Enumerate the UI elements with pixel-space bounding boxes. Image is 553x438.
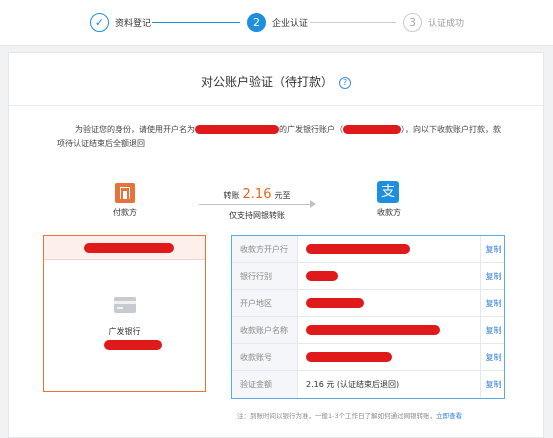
step-2-number: 2 (247, 13, 266, 32)
table-row: 收款账号 复制 (232, 344, 504, 371)
step-1-label: 资料登记 (115, 19, 152, 29)
row-value (306, 317, 440, 343)
table-row: 收款账户名称 复制 (232, 317, 504, 344)
transfer-amount: 2.16 (242, 187, 272, 202)
notice-part-4: 项待认证结束后全额退回 (57, 139, 145, 148)
row-label: 验证金额 (232, 371, 298, 398)
transfer-suffix: 元至 (274, 191, 291, 200)
transfer-prefix: 转账 (223, 191, 240, 200)
row-label: 收款账户名称 (232, 317, 298, 343)
step-3-number: 3 (403, 13, 422, 32)
page-title: 对公账户验证（待打款）? (9, 73, 543, 90)
step-connector-2 (310, 22, 396, 23)
row-label: 银行行别 (232, 263, 298, 289)
copy-button[interactable]: 复制 (480, 371, 506, 398)
verification-amount-value: 2.16 元 (认证结束后退回) (306, 380, 400, 389)
payer-label: 付款方 (113, 208, 137, 217)
row-value (306, 236, 410, 262)
copy-button[interactable]: 复制 (480, 236, 506, 262)
row-label: 收款方开户行 (232, 236, 298, 262)
check-icon: ✓ (90, 13, 109, 32)
step-progress-bar: ✓ 资料登记 2 企业认证 3 认证成功 (0, 0, 553, 46)
notice-part-3: ），向以下收款账户打款，款 (401, 125, 501, 134)
step-connector-1 (152, 22, 240, 23)
table-row: 开户地区 复制 (232, 290, 504, 317)
arrow-line (199, 204, 315, 205)
payee-label: 收款方 (377, 208, 401, 217)
arrow-right-icon (310, 200, 316, 208)
bank-card-icon (114, 297, 136, 313)
page-title-text: 对公账户验证（待打款） (200, 75, 333, 89)
step-3: 3 认证成功 (403, 13, 464, 32)
redacted-bank-type (306, 271, 338, 281)
copy-button[interactable]: 复制 (480, 317, 506, 343)
step-1: ✓ 资料登记 (90, 13, 151, 32)
footnote: 注：到账时间以银行为准，一般1-3个工作日了解如何通过网银转账，立即查看 (237, 410, 462, 420)
redacted-payer-name (84, 243, 174, 253)
instruction-notice: 为验证您的身份，请使用开户名为 的广发银行账户（ ），向以下收款账户打款，款 项待认… (57, 123, 507, 151)
row-label: 收款账号 (232, 344, 298, 370)
payer-bank-name: 广发银行 (108, 327, 141, 336)
notice-part-1: 为验证您的身份，请使用开户名为 (75, 125, 195, 134)
table-row: 银行行别 复制 (232, 263, 504, 290)
redacted-region (306, 298, 364, 308)
redacted-payee-name (306, 325, 440, 335)
divider (9, 105, 543, 106)
payer-account-header (44, 236, 205, 260)
footnote-text: 注：到账时间以银行为准，一般1-3个工作日了解如何通过网银转账， (237, 412, 437, 420)
payee-info-table: 收款方开户行 复制 银行行别 复制 开户地区 复制 收款账户名称 复制 收款账号… (231, 235, 505, 399)
redacted-payer-account (104, 340, 162, 350)
row-label: 开户地区 (232, 290, 298, 316)
copy-button[interactable]: 复制 (480, 344, 506, 370)
payer-account-box: 广发银行 (43, 235, 206, 392)
payer-bank-icon (115, 183, 135, 203)
step-3-label: 认证成功 (428, 19, 465, 29)
redacted-payee-account (306, 352, 392, 362)
verification-card: 对公账户验证（待打款）? 为验证您的身份，请使用开户名为 的广发银行账户（ ），向以… (8, 52, 544, 438)
step-2: 2 企业认证 (247, 13, 308, 32)
redacted-bank-account (343, 125, 401, 134)
redacted-payee-bank (306, 244, 410, 254)
table-row: 验证金额 2.16 元 (认证结束后退回) 复制 (232, 371, 504, 398)
row-value (306, 263, 338, 289)
copy-button[interactable]: 复制 (480, 263, 506, 289)
notice-part-2: 的广发银行账户（ (279, 125, 343, 134)
row-value (306, 344, 392, 370)
table-row: 收款方开户行 复制 (232, 236, 504, 263)
help-icon[interactable]: ? (339, 77, 351, 89)
alipay-icon: 支 (377, 181, 399, 203)
redacted-account-name (195, 125, 279, 134)
view-now-link[interactable]: 立即查看 (436, 412, 462, 420)
row-value (306, 290, 364, 316)
step-2-label: 企业认证 (272, 19, 309, 29)
transfer-flow: 付款方 转账 2.16 元至 仅支持网银转账 支 收款方 (107, 181, 427, 233)
online-banking-only-note: 仅支持网银转账 (229, 211, 285, 220)
copy-button[interactable]: 复制 (480, 290, 506, 316)
transfer-amount-line: 转账 2.16 元至 (197, 187, 317, 202)
